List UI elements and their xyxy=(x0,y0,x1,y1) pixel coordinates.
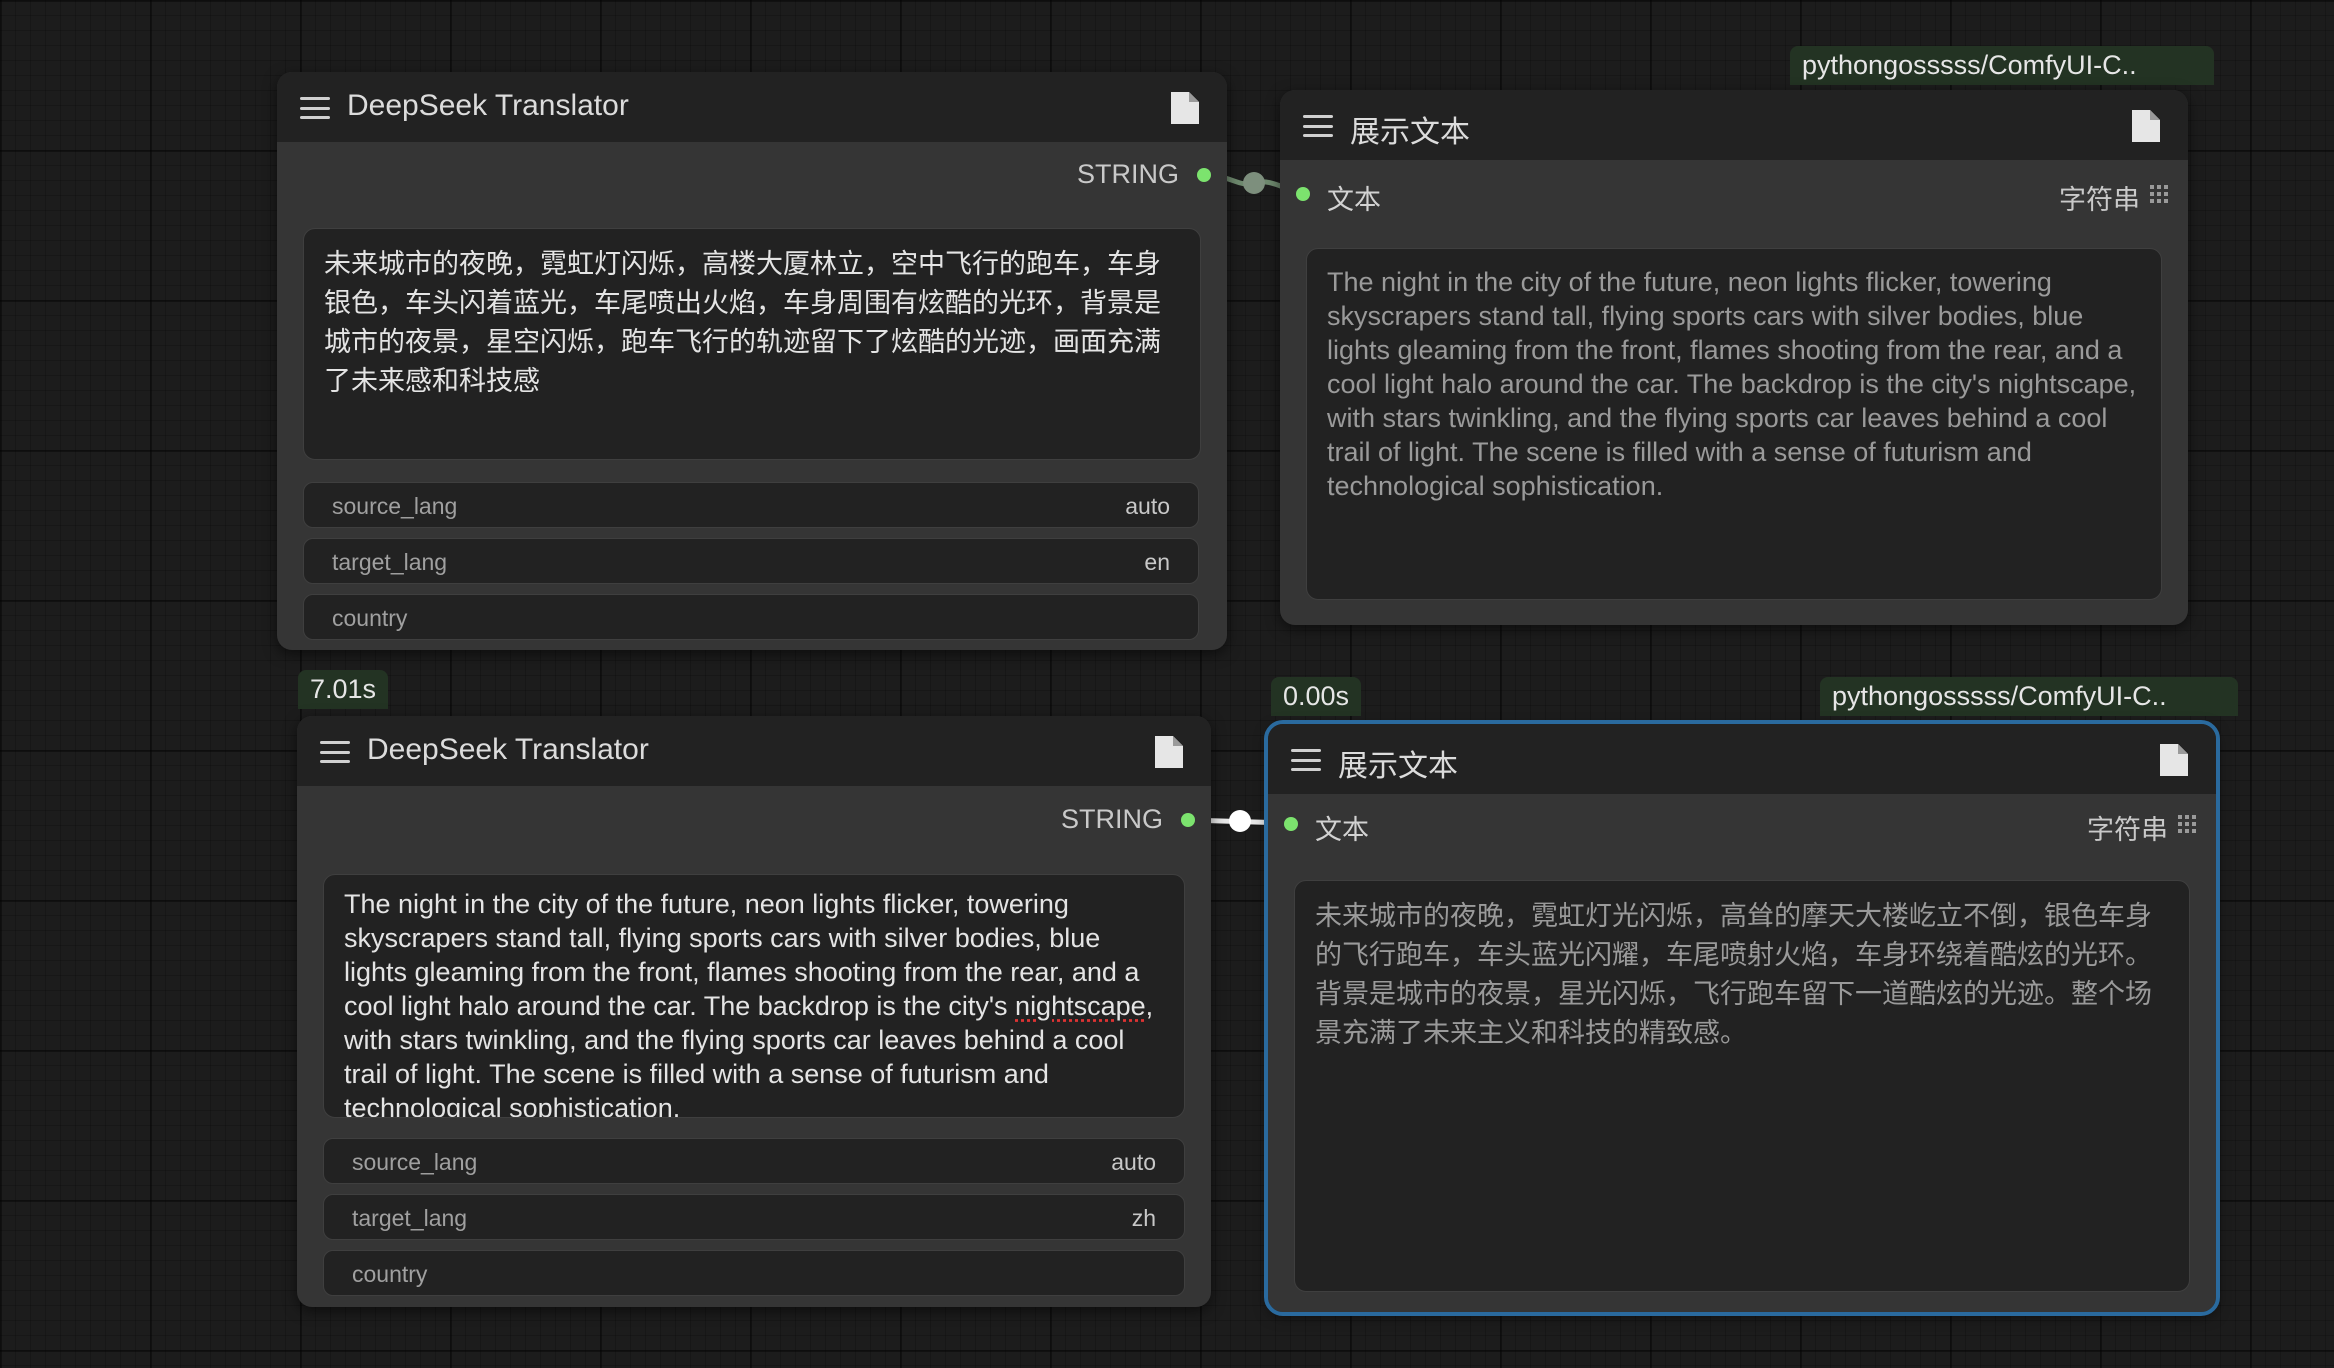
node-title: DeepSeek Translator xyxy=(347,89,629,122)
node-graph-canvas[interactable]: DeepSeek Translator STRING 未来城市的夜晚，霓虹灯闪烁… xyxy=(0,0,2334,1368)
show-text-node-top[interactable]: 展示文本 文本 字符串 The night in the city of the… xyxy=(1280,90,2188,625)
show-text-node-bottom[interactable]: 展示文本 文本 字符串 未来城市的夜晚，霓虹灯光闪烁，高耸的摩天大楼屹立不倒，银… xyxy=(1264,720,2220,1316)
text-display-area[interactable]: 未来城市的夜晚，霓虹灯光闪烁，高耸的摩天大楼屹立不倒，银色车身的飞行跑车，车头蓝… xyxy=(1294,880,2190,1292)
widget-country[interactable]: country xyxy=(323,1250,1185,1296)
grid-icon xyxy=(2150,185,2168,203)
menu-icon[interactable] xyxy=(1291,749,1321,771)
widget-label: target_lang xyxy=(352,1205,468,1231)
node-title: 展示文本 xyxy=(1338,750,1458,783)
widget-country[interactable]: country xyxy=(303,594,1199,640)
execution-time-badge: 7.01s xyxy=(298,670,389,709)
document-icon[interactable] xyxy=(1169,90,1201,126)
widget-target-lang[interactable]: target_lang en xyxy=(303,538,1199,584)
widget-source-lang[interactable]: source_lang auto xyxy=(323,1138,1185,1184)
deepseek-translator-node-bottom[interactable]: DeepSeek Translator STRING The night in … xyxy=(297,716,1211,1307)
input-label: 文本 xyxy=(1315,815,1369,845)
text-input-area[interactable]: The night in the city of the future, neo… xyxy=(323,874,1185,1118)
document-icon[interactable] xyxy=(2130,108,2162,144)
widget-label: country xyxy=(332,605,408,631)
input-slot-text[interactable]: 文本 字符串 xyxy=(1280,174,2188,215)
text-display-area[interactable]: The night in the city of the future, neo… xyxy=(1306,248,2162,600)
output-slot-dot[interactable] xyxy=(1197,168,1211,182)
node-title: 展示文本 xyxy=(1350,116,1470,149)
input-slot-text[interactable]: 文本 字符串 xyxy=(1268,804,2216,845)
grid-icon xyxy=(2178,815,2196,833)
node-title: DeepSeek Translator xyxy=(367,733,649,766)
node-header[interactable]: DeepSeek Translator xyxy=(277,72,1227,142)
output-label: STRING xyxy=(1076,159,1179,189)
widget-target-lang[interactable]: target_lang zh xyxy=(323,1194,1185,1240)
text-input-area[interactable]: 未来城市的夜晚，霓虹灯闪烁，高楼大厦林立，空中飞行的跑车，车身银色，车头闪着蓝光… xyxy=(303,228,1201,460)
widget-value: zh xyxy=(1131,1205,1156,1231)
document-icon[interactable] xyxy=(2158,742,2190,778)
type-label: 字符串 xyxy=(2087,815,2168,845)
widget-label: target_lang xyxy=(332,549,448,575)
widget-label: country xyxy=(352,1261,428,1287)
output-slot-dot[interactable] xyxy=(1181,813,1195,827)
document-icon[interactable] xyxy=(1153,734,1185,770)
widget-label: source_lang xyxy=(352,1149,478,1175)
menu-icon[interactable] xyxy=(300,97,330,119)
link-midpoint-bottom xyxy=(1229,810,1251,832)
input-slot-dot[interactable] xyxy=(1284,817,1298,831)
type-label: 字符串 xyxy=(2059,185,2140,215)
node-source-badge: pythongosssss/ComfyUI-C.. xyxy=(1790,46,2214,85)
input-slot-dot[interactable] xyxy=(1296,187,1310,201)
node-header[interactable]: 展示文本 xyxy=(1268,724,2216,794)
deepseek-translator-node-top[interactable]: DeepSeek Translator STRING 未来城市的夜晚，霓虹灯闪烁… xyxy=(277,72,1227,650)
widget-value: auto xyxy=(1125,493,1170,519)
link-midpoint-top xyxy=(1243,172,1265,194)
misspelled-word: nightscape xyxy=(1015,991,1146,1021)
output-slot-string[interactable]: STRING xyxy=(911,800,1211,840)
widget-value: auto xyxy=(1111,1149,1156,1175)
execution-time-badge: 0.00s xyxy=(1271,677,1362,716)
output-slot-string[interactable]: STRING xyxy=(927,155,1227,195)
output-label: STRING xyxy=(1060,804,1163,834)
node-header[interactable]: 展示文本 xyxy=(1280,90,2188,160)
widget-label: source_lang xyxy=(332,493,458,519)
input-label: 文本 xyxy=(1327,185,1381,215)
menu-icon[interactable] xyxy=(1303,115,1333,137)
widget-value: en xyxy=(1144,549,1170,575)
node-source-badge: pythongosssss/ComfyUI-C.. xyxy=(1820,677,2238,716)
widget-source-lang[interactable]: source_lang auto xyxy=(303,482,1199,528)
menu-icon[interactable] xyxy=(320,741,350,763)
node-header[interactable]: DeepSeek Translator xyxy=(297,716,1211,786)
